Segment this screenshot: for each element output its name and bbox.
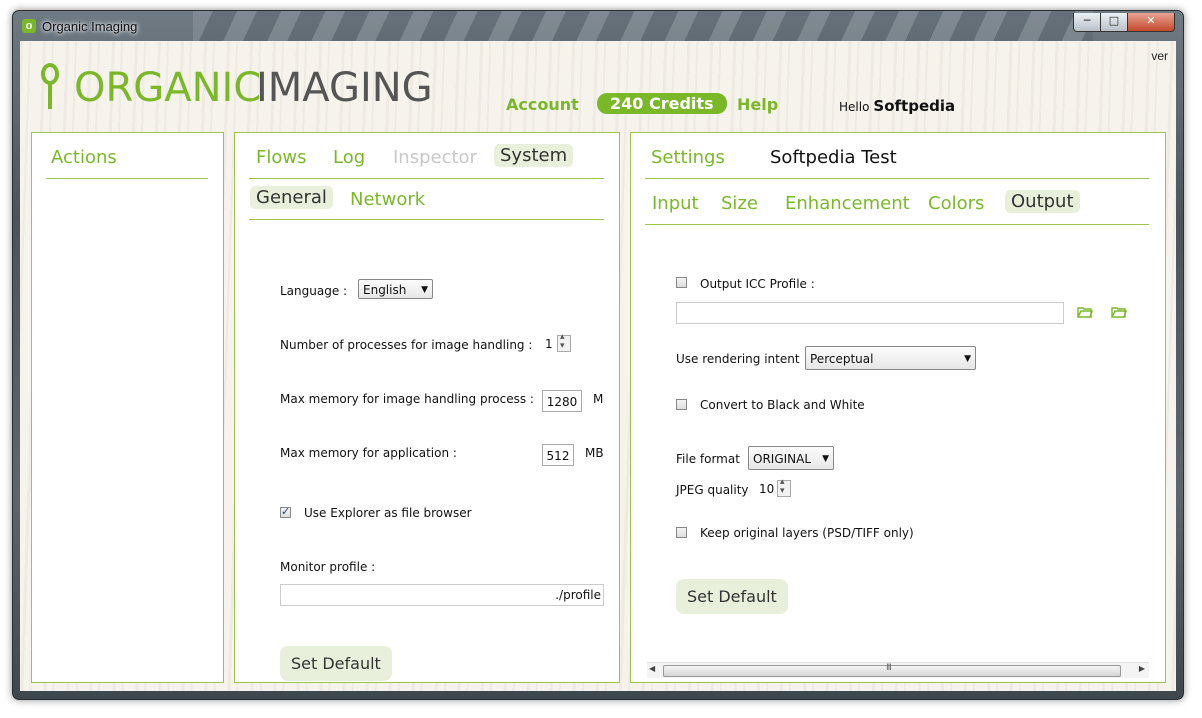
greeting-label: Hello (839, 100, 870, 114)
keep-layers-label: Keep original layers (PSD/TIFF only) (700, 526, 914, 540)
chevron-down-icon: ▼ (822, 454, 829, 464)
system-tabs-divider (249, 178, 604, 179)
folder-open-icon[interactable] (1077, 306, 1093, 318)
settings-title-divider (645, 178, 1149, 179)
processes-value[interactable]: 1 (545, 337, 553, 351)
logo-word-imaging: IMAGING (256, 65, 433, 111)
horizontal-scrollbar[interactable]: ◀ III ▶ (647, 662, 1149, 678)
folder-browse-icon[interactable] (1111, 306, 1127, 318)
rendering-intent-select[interactable]: Perceptual ▼ (805, 346, 976, 370)
chevron-down-icon: ▼ (964, 354, 971, 364)
rendering-intent-value: Perceptual (810, 352, 874, 366)
minimize-button[interactable]: ─ (1073, 13, 1101, 32)
keep-layers-checkbox[interactable] (676, 527, 687, 538)
settings-tabs-divider (645, 224, 1149, 225)
chevron-down-icon: ▼ (421, 285, 428, 295)
file-format-value: ORIGINAL (753, 452, 812, 466)
tab-colors[interactable]: Colors (928, 193, 984, 214)
greeting: Hello Softpedia (839, 97, 955, 115)
language-select[interactable]: English ▼ (358, 279, 433, 299)
window-title: Organic Imaging (42, 19, 138, 34)
tab-output[interactable]: Output (1005, 190, 1080, 213)
tab-system[interactable]: System (494, 144, 574, 167)
processes-stepper[interactable] (557, 332, 571, 352)
language-select-value: English (363, 283, 407, 297)
rendering-intent-label: Use rendering intent (676, 352, 800, 366)
logo-mark-icon (40, 63, 62, 111)
preset-name: Softpedia Test (770, 147, 897, 168)
maximize-button[interactable]: □ (1100, 13, 1128, 32)
system-set-default-button[interactable]: Set Default (280, 646, 392, 681)
actions-title: Actions (51, 147, 117, 168)
tab-log[interactable]: Log (333, 147, 365, 168)
client-area: ver ORGANIC IMAGING Account 240 Credits … (20, 41, 1176, 691)
icc-profile-input[interactable] (676, 302, 1064, 324)
credits-badge[interactable]: 240 Credits (597, 93, 727, 114)
max-mem-app-unit: MB (585, 446, 604, 460)
scroll-right-icon[interactable]: ▶ (1139, 664, 1145, 673)
system-subtabs-divider (249, 219, 604, 220)
monitor-profile-label: Monitor profile : (280, 560, 376, 574)
app-window: o Organic Imaging ─ □ ✕ ver ORGANIC IMAG… (12, 10, 1184, 700)
icc-profile-checkbox[interactable] (676, 277, 687, 288)
processes-label: Number of processes for image handling : (280, 338, 533, 352)
file-format-select[interactable]: ORIGINAL ▼ (748, 446, 834, 470)
jpeg-quality-stepper[interactable] (777, 477, 791, 497)
max-mem-process-unit: M (593, 392, 604, 406)
tab-enhancement[interactable]: Enhancement (785, 193, 910, 214)
app-logo-icon: o (22, 19, 36, 33)
explorer-label: Use Explorer as file browser (304, 506, 472, 520)
help-link[interactable]: Help (737, 95, 778, 114)
scroll-grip: III (886, 663, 892, 673)
close-button[interactable]: ✕ (1127, 13, 1175, 32)
scroll-left-icon[interactable]: ◀ (649, 664, 655, 673)
actions-divider (46, 178, 208, 179)
settings-panel: Settings Softpedia Test Input Size Enhan… (630, 132, 1166, 683)
bw-label: Convert to Black and White (700, 398, 865, 412)
max-mem-app-label: Max memory for application : (280, 446, 457, 460)
language-label: Language : (280, 284, 348, 298)
max-mem-process-label: Max memory for image handling process : (280, 392, 534, 406)
output-set-default-button[interactable]: Set Default (676, 579, 788, 614)
file-format-label: File format (676, 452, 740, 466)
scroll-thumb[interactable]: III (663, 663, 1121, 677)
monitor-profile-input[interactable]: ./profile (280, 584, 604, 606)
actions-panel: Actions (31, 132, 224, 683)
title-bar[interactable]: o Organic Imaging ─ □ ✕ (13, 11, 1183, 41)
tab-inspector[interactable]: Inspector (393, 147, 477, 168)
system-panel: Flows Log Inspector System General Netwo… (234, 132, 620, 683)
explorer-checkbox[interactable] (280, 505, 291, 518)
jpeg-quality-value[interactable]: 10 (759, 482, 774, 496)
user-name: Softpedia (873, 97, 956, 115)
version-label: ver (1151, 49, 1168, 63)
tab-size[interactable]: Size (721, 193, 758, 214)
icc-profile-label: Output ICC Profile : (700, 277, 815, 291)
settings-title: Settings (651, 147, 725, 168)
tab-input[interactable]: Input (652, 193, 699, 214)
bw-checkbox[interactable] (676, 399, 687, 410)
logo-word-organic: ORGANIC (74, 65, 262, 111)
account-link[interactable]: Account (506, 95, 579, 114)
tab-general[interactable]: General (250, 186, 333, 209)
tab-flows[interactable]: Flows (256, 147, 306, 168)
max-mem-process-input[interactable]: 1280 (542, 390, 582, 412)
tab-network[interactable]: Network (350, 189, 425, 210)
jpeg-quality-label: JPEG quality (676, 483, 749, 497)
max-mem-app-input[interactable]: 512 (542, 444, 574, 466)
